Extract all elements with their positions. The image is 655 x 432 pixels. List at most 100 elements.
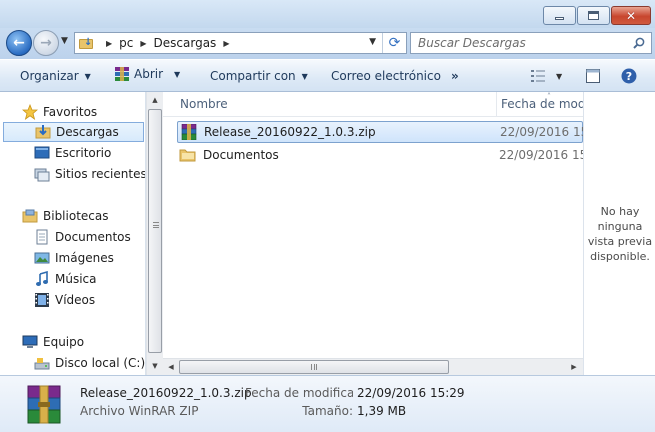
maximize-icon bbox=[588, 11, 599, 20]
forward-button[interactable]: → bbox=[33, 30, 59, 56]
breadcrumb-descargas[interactable]: Descargas bbox=[154, 36, 217, 50]
images-icon bbox=[34, 250, 50, 266]
details-file-type: Archivo WinRAR ZIP bbox=[80, 404, 199, 418]
search-box bbox=[410, 32, 652, 54]
chevron-down-icon: ▼ bbox=[556, 71, 563, 81]
downloads-folder-icon: ↓ bbox=[79, 37, 95, 49]
preview-pane-button[interactable] bbox=[585, 66, 601, 86]
refresh-button[interactable]: ⟳ bbox=[382, 33, 406, 53]
details-size-label: Tamaño: bbox=[302, 404, 353, 418]
preview-pane-icon bbox=[586, 69, 600, 83]
winrar-archive-icon bbox=[181, 124, 197, 140]
nav-desktop[interactable]: Escritorio bbox=[0, 143, 145, 163]
email-button[interactable]: Correo electrónico bbox=[331, 69, 441, 83]
file-date: 22/09/2016 15:29 bbox=[500, 125, 583, 139]
breadcrumb-separator[interactable]: ▶ bbox=[106, 39, 112, 48]
videos-icon bbox=[34, 292, 50, 308]
nav-desktop-label: Escritorio bbox=[55, 146, 112, 160]
computer-icon bbox=[22, 334, 38, 350]
close-button[interactable]: ✕ bbox=[611, 6, 651, 25]
organize-label: Organizar bbox=[20, 69, 79, 83]
nav-recent-places-label: Sitios recientes bbox=[55, 167, 146, 181]
nav-downloads[interactable]: Descargas bbox=[3, 122, 144, 142]
nav-documents[interactable]: Documentos bbox=[0, 227, 145, 247]
details-file-name: Release_20160922_1.0.3.zip bbox=[80, 386, 252, 400]
file-name: Documentos bbox=[203, 148, 279, 162]
winrar-archive-icon bbox=[27, 385, 61, 424]
forward-arrow-icon: → bbox=[40, 35, 52, 51]
folder-icon bbox=[179, 149, 196, 162]
title-bar: ✕ bbox=[0, 0, 655, 28]
help-icon: ? bbox=[621, 68, 637, 84]
nav-downloads-label: Descargas bbox=[56, 125, 119, 139]
breadcrumb-separator[interactable]: ▶ bbox=[140, 39, 146, 48]
back-button[interactable]: ← bbox=[6, 30, 32, 56]
scroll-left-arrow-icon[interactable]: ◀ bbox=[163, 359, 179, 375]
scroll-down-arrow-icon[interactable]: ▼ bbox=[147, 358, 163, 374]
views-icon bbox=[531, 70, 545, 82]
nav-local-disk[interactable]: Disco local (C:) bbox=[0, 353, 145, 373]
search-icon[interactable] bbox=[633, 37, 645, 49]
share-button[interactable]: Compartir con ▼ bbox=[210, 69, 308, 83]
nav-computer[interactable]: Equipo bbox=[0, 332, 145, 352]
minimize-button[interactable] bbox=[543, 6, 576, 25]
breadcrumb-pc[interactable]: pc bbox=[119, 36, 133, 50]
scrollbar-thumb[interactable] bbox=[179, 360, 449, 374]
maximize-button[interactable] bbox=[577, 6, 610, 25]
scroll-right-arrow-icon[interactable]: ▶ bbox=[566, 359, 582, 375]
nav-music-label: Música bbox=[55, 272, 97, 286]
address-history-dropdown[interactable]: ▼ bbox=[369, 37, 376, 47]
nav-recent-places[interactable]: Sitios recientes bbox=[0, 164, 146, 184]
organize-button[interactable]: Organizar ▼ bbox=[20, 69, 91, 83]
file-row[interactable]: Documentos 22/09/2016 15:29 bbox=[177, 144, 583, 166]
search-input[interactable] bbox=[411, 33, 629, 53]
navigation-pane: Favoritos Descargas Escritorio Sitios re… bbox=[0, 92, 146, 375]
details-pane: Release_20160922_1.0.3.zip Archivo WinRA… bbox=[0, 375, 655, 432]
file-date: 22/09/2016 15:29 bbox=[499, 148, 583, 162]
command-bar: Organizar ▼ Abrir ▼ Compartir con ▼ Correo … bbox=[0, 59, 655, 92]
email-label: Correo electrónico bbox=[331, 69, 441, 83]
navigation-scrollbar[interactable]: ▲ ▼ bbox=[146, 92, 163, 375]
documents-icon bbox=[34, 229, 50, 245]
nav-videos[interactable]: Vídeos bbox=[0, 290, 145, 310]
share-label: Compartir con bbox=[210, 69, 296, 83]
scroll-up-arrow-icon[interactable]: ▲ bbox=[147, 92, 163, 108]
column-headers: Nombre ˄ Fecha de modificación bbox=[163, 92, 583, 117]
change-view-button[interactable]: ▼ bbox=[530, 66, 562, 86]
address-bar[interactable]: ↓ ▶ pc ▶ Descargas ▶ ▼ ⟳ bbox=[74, 32, 407, 54]
window-controls: ✕ bbox=[543, 6, 651, 25]
nav-libraries[interactable]: Bibliotecas bbox=[0, 206, 145, 226]
file-list-horizontal-scrollbar[interactable]: ◀ ▶ bbox=[163, 358, 583, 375]
nav-favorites[interactable]: Favoritos bbox=[0, 102, 145, 122]
nav-music[interactable]: Música bbox=[0, 269, 145, 289]
desktop-icon bbox=[34, 145, 50, 161]
column-header-date[interactable]: Fecha de modificación bbox=[496, 92, 583, 117]
svg-text:?: ? bbox=[626, 70, 632, 83]
winrar-icon bbox=[115, 67, 129, 81]
file-list: Nombre ˄ Fecha de modificación Release_2… bbox=[163, 92, 583, 375]
column-header-name[interactable]: Nombre bbox=[180, 97, 228, 111]
downloads-folder-icon bbox=[35, 124, 51, 140]
nav-favorites-label: Favoritos bbox=[43, 105, 98, 119]
nav-libraries-label: Bibliotecas bbox=[43, 209, 109, 223]
close-icon: ✕ bbox=[625, 8, 637, 23]
open-button[interactable]: Abrir ▼ bbox=[114, 67, 180, 81]
local-disk-icon bbox=[34, 355, 50, 371]
recent-pages-dropdown[interactable]: ▼ bbox=[61, 36, 68, 46]
music-icon bbox=[34, 271, 50, 287]
breadcrumb-separator[interactable]: ▶ bbox=[223, 39, 229, 48]
details-size-value: 1,39 MB bbox=[357, 404, 407, 418]
nav-images[interactable]: Imágenes bbox=[0, 248, 145, 268]
scrollbar-thumb[interactable] bbox=[148, 109, 162, 353]
refresh-icon: ⟳ bbox=[388, 35, 401, 51]
preview-message: No hay ninguna vista previa disponible. bbox=[587, 205, 653, 263]
more-commands-label: » bbox=[451, 69, 459, 83]
minimize-icon bbox=[555, 17, 564, 20]
help-button[interactable]: ? bbox=[621, 66, 637, 86]
file-row[interactable]: Release_20160922_1.0.3.zip 22/09/2016 15… bbox=[177, 121, 583, 143]
libraries-icon bbox=[22, 208, 38, 224]
more-commands-button[interactable]: » bbox=[451, 69, 459, 83]
preview-pane: No hay ninguna vista previa disponible. bbox=[583, 92, 655, 375]
address-row: ← → ▼ ↓ ▶ pc ▶ Descargas ▶ ▼ ⟳ bbox=[0, 28, 655, 59]
details-date-value: 22/09/2016 15:29 bbox=[357, 386, 465, 400]
